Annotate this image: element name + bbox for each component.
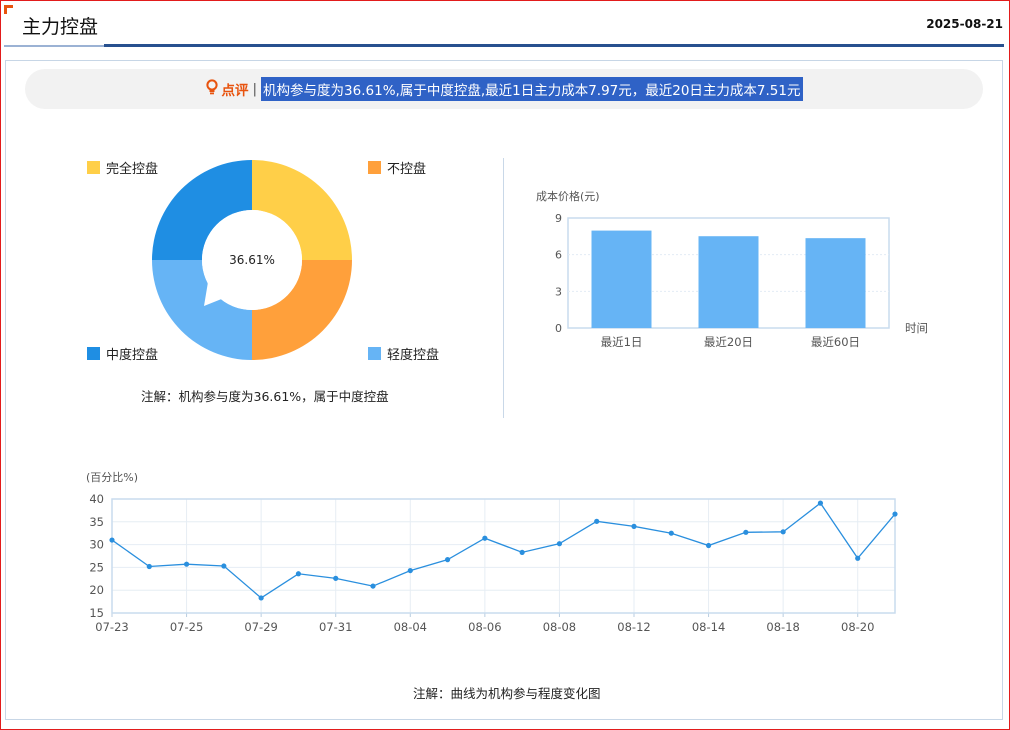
bar[interactable] xyxy=(698,236,759,328)
legend-item-no-control[interactable]: 不控盘 xyxy=(368,158,426,177)
lightbulb-icon xyxy=(205,79,219,99)
data-point[interactable] xyxy=(594,518,600,524)
bar-y-axis-title: 成本价格(元) xyxy=(536,189,600,203)
data-point[interactable] xyxy=(855,555,861,561)
data-point[interactable] xyxy=(817,500,824,506)
comment-text[interactable]: 机构参与度为36.61%,属于中度控盘,最近1日主力成本7.97元，最近20日主… xyxy=(261,77,803,101)
legend-label: 轻度控盘 xyxy=(387,348,440,363)
comment-separator: | xyxy=(252,81,258,97)
bar-y-tick-label: 3 xyxy=(555,285,562,298)
legend-label: 不控盘 xyxy=(387,162,427,177)
data-point[interactable] xyxy=(221,563,227,569)
comment-label: 点评 xyxy=(221,83,249,99)
data-point[interactable] xyxy=(333,575,339,581)
bar[interactable] xyxy=(591,230,652,328)
cost-bar-chart: 成本价格(元) 0 3 6 9 最近1日 最近20日 最近60日 时间 xyxy=(536,189,928,349)
line-x-tick-label: 07-23 xyxy=(95,620,128,634)
section-divider xyxy=(503,158,504,418)
pie-note: 注解：机构参与度为36.61%，属于中度控盘 xyxy=(141,389,389,404)
bar-x-tick-label: 最近20日 xyxy=(704,335,753,349)
legend-label: 完全控盘 xyxy=(106,162,159,177)
line-x-tick-label: 08-08 xyxy=(543,620,576,634)
comment-bar: 点评 | 机构参与度为36.61%,属于中度控盘,最近1日主力成本7.97元，最… xyxy=(25,69,983,109)
bar-y-tick-label: 9 xyxy=(555,212,562,225)
legend-swatch xyxy=(368,347,381,360)
line-note: 注解：曲线为机构参与程度变化图 xyxy=(413,686,601,701)
corner-marker-icon xyxy=(4,5,13,14)
bar[interactable] xyxy=(805,238,866,328)
bar-y-tick-label: 0 xyxy=(555,322,562,335)
data-point[interactable] xyxy=(705,542,712,549)
data-point[interactable] xyxy=(295,571,302,577)
data-point[interactable] xyxy=(892,511,898,517)
legend-label: 中度控盘 xyxy=(106,348,159,363)
legend-item-light-control[interactable]: 轻度控盘 xyxy=(368,344,439,363)
legend-swatch xyxy=(87,161,100,174)
line-y-tick-label: 25 xyxy=(89,560,104,574)
line-y-tick-label: 20 xyxy=(89,583,104,597)
legend-swatch xyxy=(368,161,381,174)
line-x-tick-label: 08-18 xyxy=(766,620,799,634)
line-y-tick-label: 30 xyxy=(89,538,104,552)
data-point[interactable] xyxy=(146,563,152,570)
data-point[interactable] xyxy=(743,529,749,535)
line-y-tick-label: 40 xyxy=(89,492,104,506)
line-x-tick-label: 07-31 xyxy=(319,620,352,634)
legend-swatch xyxy=(87,347,100,360)
line-y-tick-label: 35 xyxy=(89,515,104,529)
series-line xyxy=(111,502,896,599)
bar-x-tick-label: 最近1日 xyxy=(601,335,643,349)
title-underline xyxy=(4,45,104,47)
control-donut-chart: 36.61% xyxy=(152,160,352,360)
line-x-tick-label: 07-25 xyxy=(170,620,203,634)
participation-line-chart: (百分比%) 07-23 07-25 07-29 07-31 08-04 08-06 08-0… xyxy=(86,471,898,634)
bar-y-tick-label: 6 xyxy=(555,249,562,262)
pie-center-label: 36.61% xyxy=(229,253,275,267)
data-point[interactable] xyxy=(407,567,413,574)
line-plot-frame xyxy=(111,498,896,614)
legend-item-medium-control[interactable]: 中度控盘 xyxy=(87,344,158,363)
data-point[interactable] xyxy=(258,595,264,601)
data-point[interactable] xyxy=(370,583,376,589)
line-x-tick-label: 08-14 xyxy=(692,620,725,634)
data-point[interactable] xyxy=(183,561,190,567)
data-point[interactable] xyxy=(444,557,451,563)
data-point[interactable] xyxy=(519,549,525,555)
header-rule xyxy=(104,44,1004,47)
legend-item-full-control[interactable]: 完全控盘 xyxy=(87,158,158,177)
bar-x-axis-title: 时间 xyxy=(905,321,928,335)
data-point[interactable] xyxy=(482,535,488,541)
line-y-axis-title: (百分比%) xyxy=(86,471,138,484)
data-point[interactable] xyxy=(556,541,563,547)
line-x-tick-label: 07-29 xyxy=(244,620,277,634)
data-point[interactable] xyxy=(668,530,674,536)
data-point[interactable] xyxy=(631,523,637,529)
line-x-tick-label: 08-20 xyxy=(841,620,874,634)
data-point[interactable] xyxy=(109,537,115,543)
data-point[interactable] xyxy=(780,529,786,535)
line-x-tick-label: 08-12 xyxy=(617,620,650,634)
bar-x-tick-label: 最近60日 xyxy=(811,335,860,349)
line-x-tick-label: 08-04 xyxy=(394,620,427,634)
report-date: 2025-08-21 xyxy=(926,17,1003,31)
line-x-tick-label: 08-06 xyxy=(468,620,501,634)
line-y-tick-label: 15 xyxy=(89,606,104,620)
page-title: 主力控盘 xyxy=(22,16,99,38)
